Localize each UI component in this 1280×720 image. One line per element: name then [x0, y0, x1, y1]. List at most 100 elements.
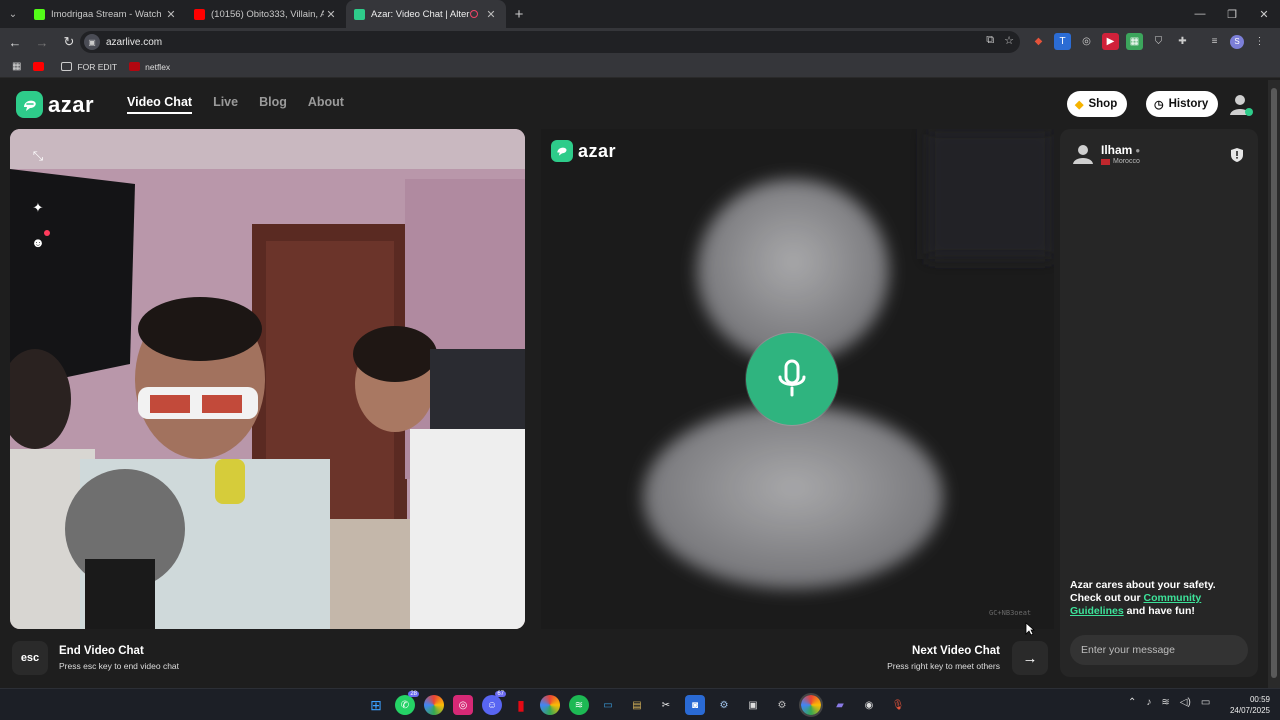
remote-brand-name: azar	[578, 140, 617, 161]
camera-feed-image	[10, 129, 525, 629]
chrome-icon[interactable]	[540, 695, 560, 715]
steam-icon[interactable]: ⚙	[714, 695, 734, 715]
browser-menu-icon[interactable]: ⋮	[1251, 33, 1268, 50]
close-tab-icon[interactable]: ✕	[164, 8, 178, 21]
mouse-cursor-icon	[1025, 622, 1035, 636]
tab-strip: ⌄ Imodrigaa Stream - Watch Live ✕ (10156…	[0, 0, 1280, 28]
files-icon[interactable]: ▰	[830, 695, 850, 715]
close-window-icon[interactable]: ✕	[1248, 0, 1280, 28]
history-button[interactable]: ◷ History	[1146, 91, 1219, 117]
shop-label: Shop	[1088, 98, 1118, 110]
restore-icon[interactable]: ❐	[1216, 0, 1248, 28]
windows-start-icon[interactable]: ⊞	[366, 695, 386, 715]
media-control-icon[interactable]: ≡	[1206, 33, 1223, 50]
partner-info: Ilham ● Morocco	[1072, 143, 1140, 165]
youtube-icon	[33, 62, 45, 71]
clock-date: 24/07/2025	[1229, 706, 1270, 715]
extensions-bar: ◆ T ◎ ▶ ▦ ⛉ ✚ ≡ S ⋮	[1030, 33, 1268, 50]
session-code: GC+NB3oeat	[989, 609, 1032, 617]
nav-live[interactable]: Live	[213, 95, 238, 114]
extension-globe-icon[interactable]: ◎	[1078, 33, 1095, 50]
cast-icon[interactable]: ⧉	[986, 34, 994, 47]
remote-azar-logo: azar	[551, 140, 616, 162]
profile-avatar-icon[interactable]: S	[1230, 34, 1244, 49]
tab-search-icon[interactable]: ⌄	[0, 0, 26, 28]
report-shield-icon[interactable]	[1230, 147, 1244, 163]
store-icon[interactable]: ▣	[743, 695, 763, 715]
bookmark-youtube[interactable]	[33, 62, 49, 71]
page-scrollbar[interactable]	[1268, 80, 1280, 688]
extension-translate-icon[interactable]: T	[1054, 33, 1071, 50]
battery-icon[interactable]: ▭	[1201, 697, 1210, 708]
netflix-app-icon[interactable]: ▮	[511, 695, 531, 715]
recording-icon	[470, 10, 478, 18]
extension-shield-icon[interactable]: ⛉	[1150, 33, 1167, 50]
system-clock[interactable]: 00:59 24/07/2025	[1224, 694, 1270, 716]
address-bar[interactable]: ▣ azarlive.com ⧉ ☆	[80, 31, 1020, 53]
obs-icon[interactable]: ◉	[859, 695, 879, 715]
chrome-active-icon[interactable]	[799, 693, 823, 717]
partner-name: Ilham	[1101, 143, 1133, 157]
nav-video-chat[interactable]: Video Chat	[127, 95, 193, 114]
notepad-icon[interactable]: ▤	[627, 695, 647, 715]
window-controls: — ❐ ✕	[1184, 0, 1280, 28]
next-chat-arrow-icon[interactable]: →	[1012, 641, 1048, 675]
spotify-icon[interactable]: ≋	[569, 695, 589, 715]
wifi-icon[interactable]: ≋	[1161, 697, 1169, 708]
bookmark-label: FOR EDIT	[77, 61, 118, 72]
tab-youtube[interactable]: (10156) Obito333, Villain, Abdu ✕	[186, 0, 346, 28]
history-label: History	[1168, 98, 1209, 110]
extensions-puzzle-icon[interactable]: ✚	[1174, 33, 1191, 50]
tray-chevron-icon[interactable]: ⌃	[1128, 697, 1136, 708]
microphone-app-icon[interactable]: 🎙	[888, 695, 908, 715]
minimize-video-icon[interactable]: ⤡	[29, 147, 47, 165]
close-tab-icon[interactable]: ✕	[324, 8, 338, 21]
gem-icon: ◆	[1075, 98, 1084, 111]
end-chat-button[interactable]: esc	[12, 641, 48, 675]
clock-icon: ◷	[1154, 98, 1164, 111]
bookmark-folder-for-edit[interactable]: FOR EDIT	[61, 62, 117, 72]
outlook-icon[interactable]: ◙	[685, 695, 705, 715]
nav-blog[interactable]: Blog	[259, 95, 287, 114]
scrollbar-thumb[interactable]	[1271, 88, 1277, 678]
new-tab-button[interactable]: +	[506, 6, 532, 23]
settings-icon[interactable]: ⚙	[772, 695, 792, 715]
azar-icon	[354, 8, 365, 20]
partner-country: Morocco	[1101, 158, 1140, 165]
notification-dot	[44, 230, 50, 236]
effects-sparkle-icon[interactable]: ✦	[29, 199, 47, 217]
whatsapp-icon[interactable]: ✆ 28	[395, 691, 419, 715]
site-info-icon[interactable]: ▣	[84, 34, 100, 50]
forward-icon[interactable]: →	[30, 30, 54, 54]
discord-icon[interactable]: ☺ 67	[482, 691, 506, 715]
tab-azar[interactable]: Azar: Video Chat | Alternati ✕	[346, 0, 506, 28]
close-tab-icon[interactable]: ✕	[484, 8, 498, 21]
tray-mic-icon[interactable]: ♪	[1146, 697, 1151, 708]
shop-button[interactable]: ◆ Shop	[1067, 91, 1128, 117]
extension-fox-icon[interactable]: ◆	[1030, 33, 1047, 50]
minimize-icon[interactable]: —	[1184, 0, 1216, 28]
azar-logo[interactable]: azar	[16, 91, 94, 118]
extension-sheet-icon[interactable]: ▦	[1126, 33, 1143, 50]
taskbar-apps: ⊞ ✆ 28 ◎ ☺ 67 ▮ ≋ ▭ ▤ ✂ ◙ ⚙ ▣ ⚙ ▰ ◉ 🎙	[366, 691, 908, 717]
url-text: azarlive.com	[106, 36, 163, 48]
main-nav: Video Chat Live Blog About	[127, 95, 344, 114]
message-input[interactable]	[1070, 635, 1248, 665]
snipping-tool-icon[interactable]: ✂	[656, 695, 676, 715]
instagram-icon[interactable]: ◎	[453, 695, 473, 715]
reload-icon[interactable]: ↻	[57, 30, 81, 54]
extension-video-icon[interactable]: ▶	[1102, 33, 1119, 50]
remote-desktop-icon[interactable]: ▭	[598, 695, 618, 715]
back-icon[interactable]: ←	[3, 30, 27, 54]
browser-toolbar: ← → ↻ ▣ azarlive.com ⧉ ☆ ◆ T ◎ ▶ ▦ ⛉ ✚ ≡…	[0, 28, 1280, 56]
bookmark-star-icon[interactable]: ☆	[1004, 34, 1014, 47]
tab-kick[interactable]: Imodrigaa Stream - Watch Live ✕	[26, 0, 186, 28]
nav-about[interactable]: About	[308, 95, 344, 114]
face-filter-icon[interactable]: ☻	[29, 233, 47, 251]
volume-icon[interactable]: ◁)	[1180, 697, 1191, 708]
whatsapp-badge: 28	[408, 691, 419, 697]
bookmark-netflex[interactable]: netflex	[129, 62, 170, 72]
user-avatar-icon[interactable]	[1229, 92, 1253, 116]
color-app-icon[interactable]	[424, 695, 444, 715]
apps-grid-icon[interactable]: ▦	[12, 61, 21, 72]
